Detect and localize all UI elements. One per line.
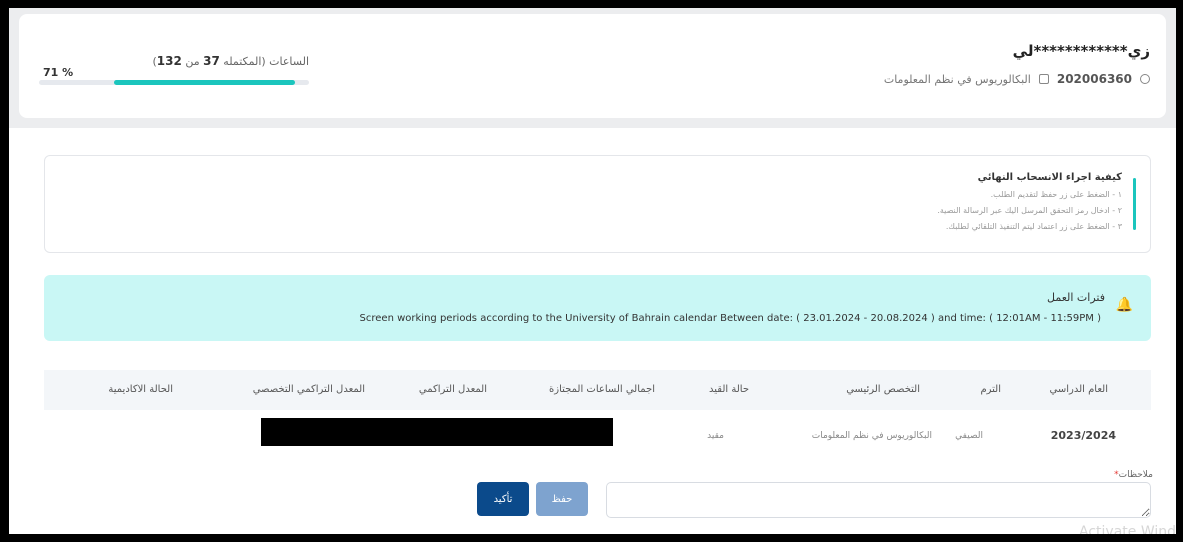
column-header-year: العام الدراسي xyxy=(1049,384,1108,395)
cell-year: 2023/2024 xyxy=(1050,429,1116,442)
cell-term: الصيفي xyxy=(955,431,983,441)
column-header-major: التخصص الرئيسي xyxy=(846,384,920,395)
instruction-step: ١ - الضغط على زر حفظ لتقديم الطلب. xyxy=(990,190,1122,199)
column-header-hours: اجمالي الساعات المجتازة xyxy=(549,384,655,395)
student-name: زي************لي xyxy=(1012,42,1150,60)
save-button[interactable]: حفظ xyxy=(536,482,588,516)
student-summary-card: زي************لي 202006360 البكالوريوس ف… xyxy=(19,14,1166,118)
hours-progress: الساعات (المكتمله 37 من 132) xyxy=(39,54,309,94)
app-frame: زي************لي 202006360 البكالوريوس ف… xyxy=(9,8,1176,534)
confirm-button[interactable]: تأكيد xyxy=(477,482,529,516)
table-header: العام الدراسي الترم التخصص الرئيسي حالة … xyxy=(44,370,1151,410)
hours-total: 132 xyxy=(156,54,182,68)
instruction-step: ٢ - ادخال رمز التحقق المرسل اليك عبر الر… xyxy=(937,206,1122,215)
main-panel: كيفية اجراء الانسحاب النهائي ١ - الضغط ع… xyxy=(9,128,1176,534)
hours-progress-label: الساعات (المكتمله 37 من 132) xyxy=(152,54,309,68)
building-icon xyxy=(1038,74,1049,84)
progress-track xyxy=(39,80,309,85)
instructions-accent-bar xyxy=(1133,178,1136,230)
column-header-academic-status: الحالة الاكاديمية xyxy=(108,384,173,395)
bell-icon: 🔔 xyxy=(1115,297,1133,313)
user-icon xyxy=(1140,74,1150,84)
progress-percent: 71 % xyxy=(43,66,74,79)
column-header-status: حالة القيد xyxy=(709,384,749,395)
alert-text: Screen working periods according to the … xyxy=(359,313,1101,324)
instruction-step: ٣ - الضغط على زر اعتماد ليتم التنفيذ الت… xyxy=(945,222,1122,231)
column-header-term: الترم xyxy=(980,384,1001,395)
activate-windows-watermark: Activate Windo xyxy=(1079,524,1176,534)
student-meta: 202006360 البكالوريوس في نظم المعلومات xyxy=(884,72,1150,86)
alert-title: فترات العمل xyxy=(1047,291,1105,304)
student-id: 202006360 xyxy=(1056,72,1132,86)
notes-label: ملاحظات* xyxy=(1114,470,1153,480)
working-periods-alert: 🔔 فترات العمل Screen working periods acc… xyxy=(44,275,1151,341)
student-program: البكالوريوس في نظم المعلومات xyxy=(883,72,1031,86)
notes-input[interactable] xyxy=(606,482,1151,518)
cell-major: البكالوريوس في نظم المعلومات xyxy=(811,431,932,441)
column-header-major-gpa: المعدل التراكمي التخصصي xyxy=(252,384,365,395)
progress-fill xyxy=(114,80,295,85)
instructions-box: كيفية اجراء الانسحاب النهائي ١ - الضغط ع… xyxy=(44,155,1151,253)
redacted-block xyxy=(261,418,613,446)
instructions-title: كيفية اجراء الانسحاب النهائي xyxy=(977,172,1122,183)
column-header-gpa: المعدل التراكمي xyxy=(418,384,487,395)
hours-completed: 37 xyxy=(203,54,220,68)
cell-status: مقيد xyxy=(707,431,724,441)
